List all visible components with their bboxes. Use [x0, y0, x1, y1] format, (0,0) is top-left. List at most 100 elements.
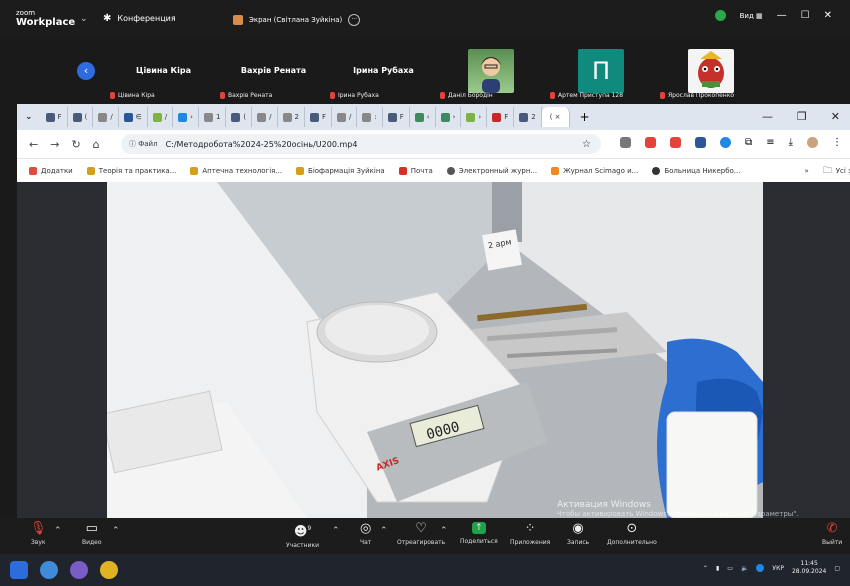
people-icon: ☻9	[293, 524, 312, 540]
extension-icon[interactable]	[720, 137, 732, 148]
bookmark-item[interactable]: Больница Никербо...	[652, 166, 740, 175]
browser-tab[interactable]: :	[357, 107, 383, 127]
menu-icon[interactable]: ⋮	[832, 137, 842, 148]
tab-active[interactable]: ( ×	[541, 107, 570, 127]
bookmark-item[interactable]: Аптечна технологія...	[190, 166, 282, 175]
screen-share-indicator[interactable]: Экран (Світлана Зуйкіна) ···	[233, 14, 361, 26]
forward-button[interactable]: →	[50, 138, 59, 151]
bookmark-item[interactable]: Біофармація Зуйкіна	[296, 166, 385, 175]
browser-tab[interactable]: ∈	[119, 107, 148, 127]
minimize-button[interactable]: —	[777, 10, 787, 21]
reload-button[interactable]: ↻	[71, 138, 80, 151]
lab-video-frame[interactable]: 2 арм 0000 AXIS	[107, 182, 763, 518]
participant-tile[interactable]: Даніл Бородін	[436, 49, 551, 99]
close-button[interactable]: ✕	[831, 110, 840, 123]
apps-button[interactable]: ⁘ Приложения	[510, 522, 550, 546]
browser-tab[interactable]: F	[305, 107, 333, 127]
browser-tab[interactable]: /	[332, 107, 358, 127]
browser-window: ⌄ F ( / ∈ / › 1 ( / 2 F / : F ‹ › › F 2 …	[17, 104, 850, 182]
extension-icon[interactable]	[645, 137, 657, 148]
app-icon[interactable]	[40, 561, 58, 579]
video-options-chevron-icon[interactable]: ⌃	[112, 526, 120, 536]
browser-tab[interactable]: /	[93, 107, 119, 127]
all-bookmarks-button[interactable]: 🗀Усі закладки	[823, 163, 850, 179]
record-button[interactable]: ◉ Запись	[567, 522, 589, 546]
zoom-title-bar: zoom Workplace ⌄ ✱ Конференция Экран (Св…	[0, 0, 850, 38]
browser-tab[interactable]: F	[41, 107, 68, 127]
home-button[interactable]: ⌂	[93, 138, 100, 151]
participant-tile[interactable]: Ірина Рубаха Ірина Рубаха	[326, 49, 441, 99]
volume-icon[interactable]: 🔈	[741, 565, 748, 572]
participant-tile[interactable]: Цівина Кіра Цівина Кіра	[106, 49, 221, 99]
address-bar[interactable]: ⓘ Файл C:/Методробота%2024-25%20осінь/U2…	[121, 134, 601, 154]
restore-button[interactable]: ❐	[797, 110, 807, 123]
download-icon[interactable]: ⤓	[789, 137, 793, 148]
reactions-button[interactable]: ♡ Отреагировать	[397, 522, 445, 546]
queue-icon[interactable]: ≡	[766, 137, 774, 148]
browser-tab[interactable]: ›	[436, 107, 462, 127]
browser-tab[interactable]: (	[226, 107, 253, 127]
participant-tile[interactable]: Ярослав Прокопенко	[656, 49, 771, 99]
participant-tile[interactable]: Вахрів Рената Вахрів Рената	[216, 49, 331, 99]
notifications-icon[interactable]: ▢	[834, 565, 840, 572]
reactions-options-chevron-icon[interactable]: ⌃	[440, 526, 448, 536]
battery-icon[interactable]: ▭	[727, 565, 733, 572]
bookmark-item[interactable]: Электронный журн...	[446, 166, 537, 175]
leave-button[interactable]: ✆ Выйти	[822, 522, 842, 546]
site-info-chip[interactable]: ⓘ Файл	[129, 139, 158, 149]
more-button[interactable]: ⊙ Дополнительно	[607, 522, 657, 546]
browser-tab[interactable]: F	[383, 107, 410, 127]
browser-tab[interactable]: 2	[514, 107, 542, 127]
bookmark-item[interactable]: Додатки	[29, 166, 73, 175]
audio-options-chevron-icon[interactable]: ⌃	[54, 526, 62, 536]
show-hidden-icons[interactable]: ⌃	[703, 565, 708, 572]
language-indicator[interactable]: УКР	[772, 565, 784, 572]
audio-button[interactable]: 🎙 Звук	[30, 522, 47, 546]
video-button[interactable]: ▭ Видео	[82, 522, 102, 546]
extension-icon[interactable]	[670, 137, 682, 148]
browser-tab[interactable]: (	[68, 107, 94, 127]
share-button[interactable]: ↑ Поделиться	[460, 522, 498, 545]
extension-icon[interactable]	[620, 137, 632, 148]
bookmark-item[interactable]: Журнал Scimago и...	[551, 166, 638, 175]
clock[interactable]: 11:45 28.09.2024	[792, 560, 826, 576]
view-button[interactable]: Вид ▦	[740, 12, 763, 20]
new-tab-button[interactable]: +	[580, 110, 590, 124]
minimize-button[interactable]: —	[762, 110, 773, 123]
previous-participants-button[interactable]: ‹	[77, 62, 95, 80]
bookmark-star-icon[interactable]: ☆	[582, 139, 591, 150]
extensions-puzzle-icon[interactable]: ⧉	[745, 137, 752, 148]
maximize-button[interactable]: ☐	[801, 10, 810, 21]
more-options-icon[interactable]: ···	[348, 14, 361, 26]
viber-icon[interactable]	[70, 561, 88, 579]
zoom-app-icon[interactable]	[10, 561, 28, 579]
security-icon[interactable]	[756, 564, 765, 572]
chat-options-chevron-icon[interactable]: ⌃	[380, 526, 388, 536]
back-button[interactable]: ←	[29, 138, 38, 151]
chrome-icon[interactable]	[100, 561, 118, 579]
bookmark-favicon-icon	[652, 166, 661, 175]
chevron-down-icon[interactable]: ⌄	[80, 14, 88, 24]
tab-list-button[interactable]: ⌄	[25, 112, 33, 122]
participants-options-chevron-icon[interactable]: ⌃	[332, 526, 340, 536]
bookmark-item[interactable]: Почта	[398, 166, 433, 175]
browser-tab[interactable]: ›	[461, 107, 488, 127]
browser-tab[interactable]: ›	[173, 107, 199, 127]
participant-tile[interactable]: П Артем Приступа 128	[546, 49, 661, 99]
browser-tab[interactable]: 2	[278, 107, 305, 127]
more-bookmarks-button[interactable]: »	[804, 167, 808, 175]
browser-tab[interactable]: F	[487, 107, 515, 127]
browser-tab[interactable]: /	[252, 107, 278, 127]
network-icon[interactable]: ▮	[716, 565, 719, 572]
browser-tab[interactable]: ‹	[410, 107, 436, 127]
browser-tab[interactable]: /	[148, 107, 174, 127]
extension-icon[interactable]	[695, 137, 707, 148]
browser-tab[interactable]: 1	[199, 107, 227, 127]
participants-button[interactable]: ☻9 Участники	[286, 522, 319, 549]
conference-menu[interactable]: ✱ Конференция	[103, 13, 176, 24]
close-button[interactable]: ✕	[824, 10, 832, 21]
bookmark-item[interactable]: Теорія та практика...	[86, 166, 176, 175]
profile-avatar[interactable]	[807, 137, 818, 148]
chat-button[interactable]: ◎ Чат	[360, 522, 371, 546]
globe-icon	[446, 166, 455, 175]
